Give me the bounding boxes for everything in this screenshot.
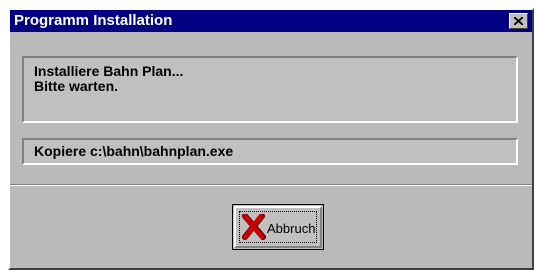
- window-title: Programm Installation: [14, 12, 173, 29]
- close-button[interactable]: [509, 13, 528, 29]
- status-panel: Kopiere c:\bahn\bahnplan.exe: [22, 138, 518, 165]
- cancel-button-label: Abbruch: [267, 221, 316, 236]
- separator: [10, 184, 532, 186]
- dialog-body: Installiere Bahn Plan... Bitte warten. K…: [10, 32, 532, 268]
- title-bar[interactable]: Programm Installation: [10, 10, 532, 32]
- copy-status-text: Kopiere c:\bahn\bahnplan.exe: [34, 143, 234, 159]
- close-icon: [514, 17, 523, 25]
- red-x-icon: [242, 214, 266, 240]
- wait-message: Bitte warten.: [34, 78, 119, 94]
- installation-dialog: Programm Installation Installiere Bahn P…: [8, 8, 534, 270]
- message-panel: Installiere Bahn Plan... Bitte warten.: [22, 56, 518, 123]
- cancel-button-face: Abbruch: [234, 206, 322, 248]
- cancel-button[interactable]: Abbruch: [232, 204, 324, 250]
- install-message: Installiere Bahn Plan...: [34, 63, 184, 79]
